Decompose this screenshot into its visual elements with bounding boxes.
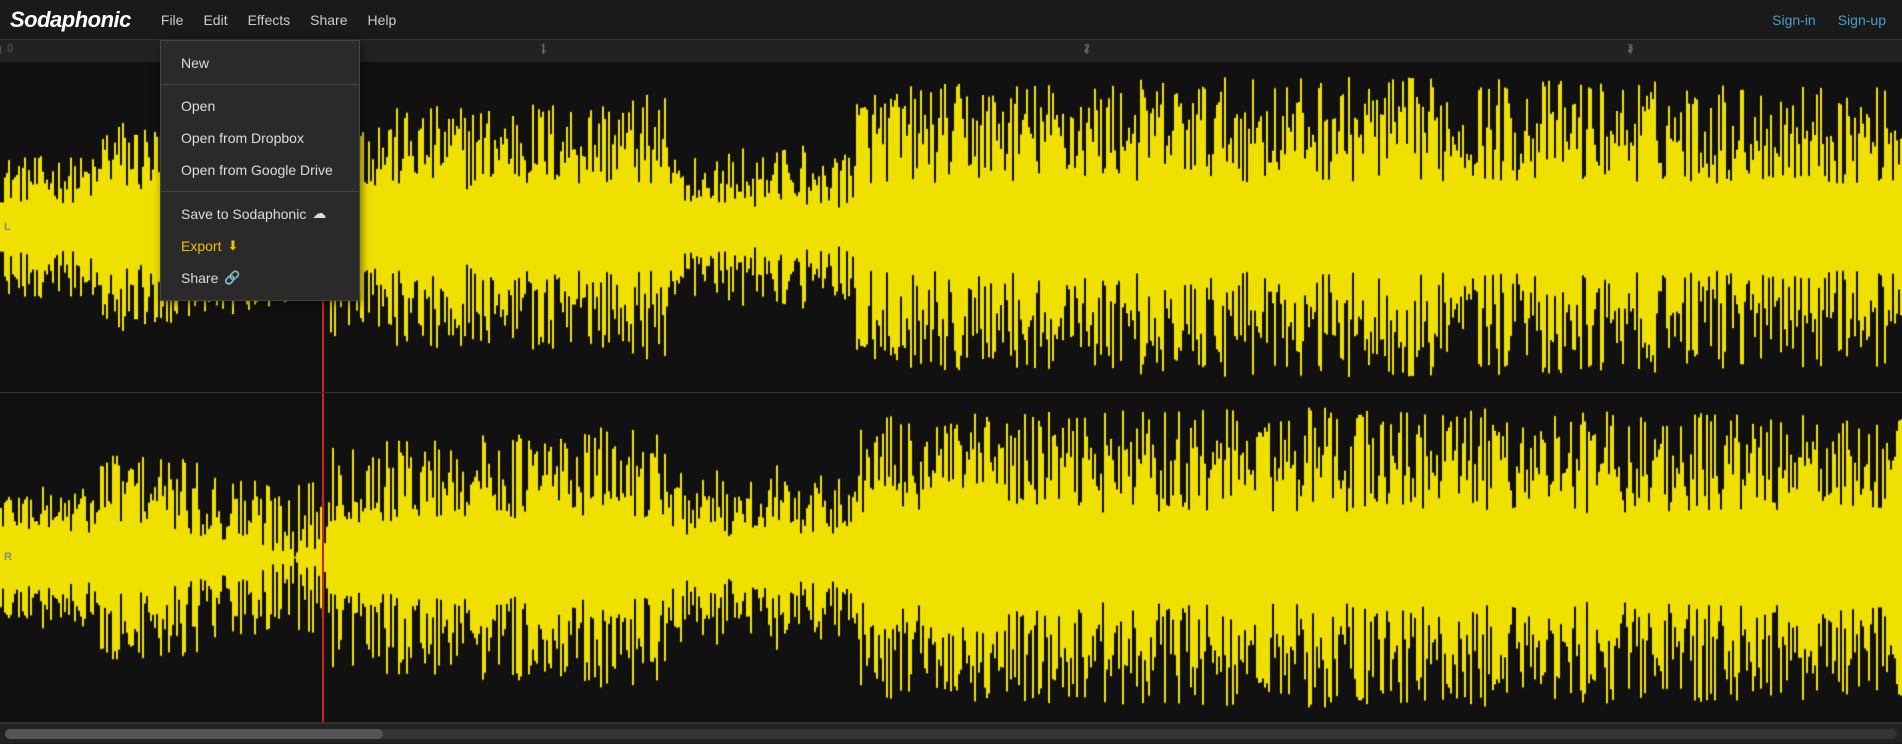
menu-item-open-dropbox-label: Open from Dropbox [181,130,304,146]
share-link-icon: 🔗 [224,270,240,286]
menu-item-share[interactable]: Share 🔗 [161,262,359,294]
dropdown-divider-1 [161,84,359,85]
menu-item-export[interactable]: Export ⬇ [161,230,359,262]
menu-edit[interactable]: Edit [193,6,237,34]
menu-item-export-label: Export [181,238,221,254]
menu-item-open-gdrive[interactable]: Open from Google Drive [161,154,359,186]
playhead-bottom[interactable] [322,393,324,723]
signup-link[interactable]: Sign-up [1832,8,1892,32]
menubar: Sodaphonic File Edit Effects Share Help … [0,0,1902,40]
channel-left-label: L [4,221,11,233]
menu-share[interactable]: Share [300,6,357,34]
signin-link[interactable]: Sign-in [1766,8,1822,32]
channel-right[interactable]: R [0,393,1902,724]
menu-item-new[interactable]: New [161,47,359,79]
channel-right-label: R [4,551,12,563]
menu-item-new-label: New [181,55,209,71]
menu-item-save[interactable]: Save to Sodaphonic ☁ [161,197,359,230]
auth-links: Sign-in Sign-up [1766,8,1892,32]
menu-item-open-label: Open [181,98,215,114]
scrollbar-area[interactable] [0,723,1902,743]
menu-item-save-label: Save to Sodaphonic [181,206,306,222]
scrollbar-track[interactable] [5,729,1897,739]
menu-item-open-dropbox[interactable]: Open from Dropbox [161,122,359,154]
save-cloud-icon: ☁ [312,205,326,222]
menu-item-share-label: Share [181,270,218,286]
menu-effects[interactable]: Effects [238,6,301,34]
waveform-right-canvas [0,393,1902,723]
file-dropdown-menu: New Open Open from Dropbox Open from Goo… [160,40,360,301]
app-logo: Sodaphonic [10,7,131,33]
dropdown-divider-2 [161,191,359,192]
menu-item-open[interactable]: Open [161,90,359,122]
menu-file[interactable]: File [151,6,194,34]
scrollbar-thumb[interactable] [5,729,383,739]
export-download-icon: ⬇ [227,238,238,254]
menu-help[interactable]: Help [357,6,406,34]
menu-item-open-gdrive-label: Open from Google Drive [181,162,333,178]
